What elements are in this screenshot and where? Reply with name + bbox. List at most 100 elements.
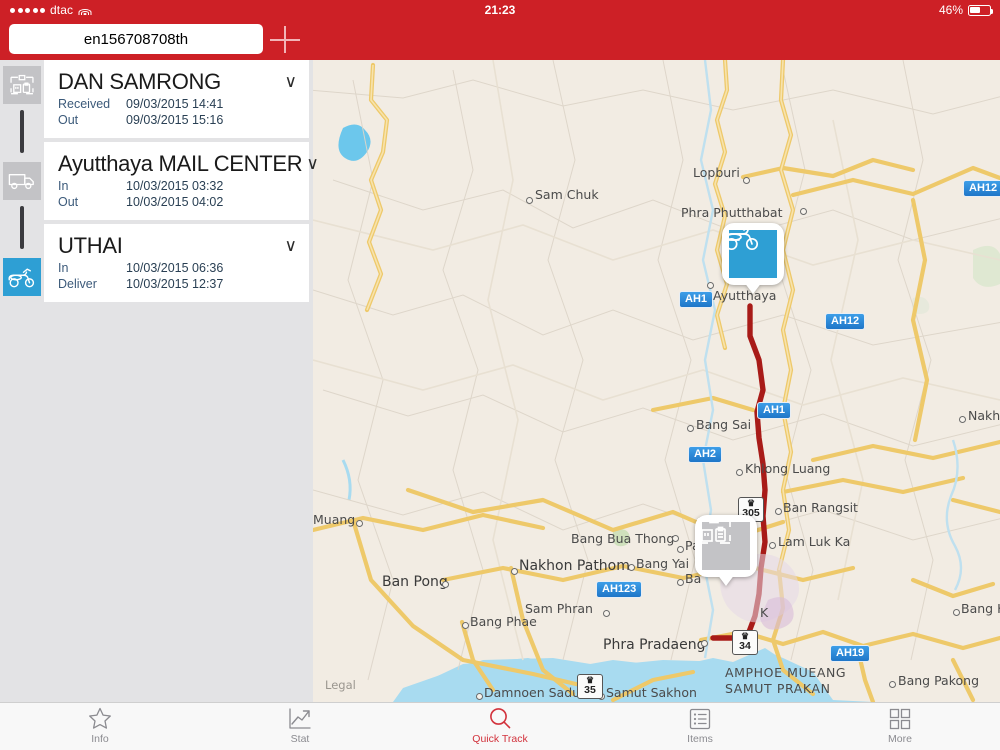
timeline-connector — [20, 110, 24, 153]
map-place-dot — [707, 282, 714, 289]
map-place-dot — [462, 622, 469, 629]
highway-shield: AH1 — [679, 291, 714, 308]
chart-line-icon — [288, 708, 312, 730]
pin-body — [722, 223, 784, 285]
map-place-dot — [603, 610, 610, 617]
chevron-down-icon[interactable]: ∨ — [302, 150, 318, 178]
map-place-label: Nakho — [968, 408, 1000, 423]
timeline-connector — [20, 206, 24, 249]
list-icon — [689, 708, 711, 730]
status-bar: dtac 21:23 46% — [0, 0, 1000, 20]
timeline-icon-truck — [3, 162, 41, 200]
map-place-dot — [687, 425, 694, 432]
map-place-label: Bang Yai — [636, 556, 690, 571]
map-place-dot — [701, 640, 708, 647]
map-place-dot — [959, 416, 966, 423]
card-title-row: Ayutthaya MAIL CENTER ∨ — [44, 150, 319, 178]
event-detail-row: Out 09/03/2015 15:16 — [44, 112, 309, 128]
highway-shield: AH12 — [963, 180, 1000, 197]
map-place-dot — [736, 469, 743, 476]
timeline-icon-package — [3, 66, 41, 104]
star-icon — [88, 707, 112, 730]
route-shield-label: 35 — [584, 684, 596, 696]
map-place-label: Phra Pradaeng — [603, 637, 706, 653]
card-title: DAN SAMRONG — [58, 69, 221, 94]
map-place-dot — [526, 197, 533, 204]
tab-items[interactable]: Items — [600, 703, 800, 750]
event-detail-row: Received 09/03/2015 14:41 — [44, 96, 309, 112]
map-region-label: AMPHOE MUEANG — [725, 665, 847, 680]
tracking-event-card[interactable]: UTHAI ∨ In 10/03/2015 06:36 Deliver 10/03/201… — [44, 224, 309, 302]
tab-info[interactable]: Info — [0, 703, 200, 750]
map-place-label: Lopburi — [693, 165, 740, 180]
scooter-icon — [724, 224, 777, 278]
package-pin[interactable] — [695, 515, 757, 586]
route-shield: ♛ 35 — [577, 674, 603, 699]
map-vector-layer — [313, 60, 1000, 702]
pin-body — [695, 515, 757, 577]
map-region-label: SAMUT PRAKAN — [725, 681, 831, 696]
tracking-event-card[interactable]: DAN SAMRONG ∨ Received 09/03/2015 14:41 Out 0… — [44, 60, 309, 138]
map-place-label: Bang Bua Thong — [571, 531, 675, 546]
map-place-label: Ban Pong — [382, 574, 448, 590]
event-detail-value: 09/03/2015 15:16 — [126, 113, 224, 127]
highway-shield: AH1 — [757, 402, 792, 419]
map-place-label: Phra Phutthabat — [681, 205, 783, 220]
tab-label: Quick Track — [472, 733, 528, 745]
grid-icon — [889, 708, 911, 730]
search-input[interactable]: en156708708th — [9, 24, 263, 54]
pin-tail — [744, 282, 762, 294]
map-place-label: Nakhon Pathom — [519, 558, 630, 574]
tracking-event-list: DAN SAMRONG ∨ Received 09/03/2015 14:41 Out 0… — [44, 60, 319, 306]
event-detail-value: 10/03/2015 12:37 — [126, 277, 224, 291]
tab-quick-track[interactable]: Quick Track — [400, 703, 600, 750]
app-root: Lopburi Phra Phutthabat Sam Chuk Ayutthaya B… — [0, 0, 1000, 750]
tab-label: More — [888, 733, 912, 745]
search-row: en156708708th — [0, 22, 313, 58]
event-detail-value: 09/03/2015 14:41 — [126, 97, 224, 111]
map-place-label: Bang Pakong — [898, 673, 979, 688]
card-title: UTHAI — [58, 233, 123, 258]
event-detail-label: Received — [58, 97, 111, 111]
map-place-dot — [889, 681, 896, 688]
battery-icon — [968, 4, 994, 16]
route-shield-label: 34 — [739, 640, 751, 652]
pin-tail — [717, 574, 735, 586]
event-detail-label: Out — [58, 195, 79, 209]
map-place-dot — [953, 609, 960, 616]
package-box-icon — [697, 515, 750, 570]
scooter-pin[interactable] — [722, 223, 784, 294]
map-place-dot — [476, 693, 483, 700]
map-place-label: Khlong Luang — [745, 461, 831, 476]
map-view[interactable]: Lopburi Phra Phutthabat Sam Chuk Ayutthaya B… — [313, 60, 1000, 702]
event-detail-value: 10/03/2015 06:36 — [126, 261, 224, 275]
highway-shield: AH123 — [596, 581, 643, 598]
map-place-dot — [743, 177, 750, 184]
tab-label: Items — [687, 733, 713, 745]
route-shield: ♛ 34 — [732, 630, 758, 655]
map-place-dot — [775, 508, 782, 515]
map-place-label: Bang Sai — [696, 417, 752, 432]
chevron-down-icon[interactable]: ∨ — [281, 68, 297, 96]
event-detail-row: In 10/03/2015 03:32 — [44, 178, 309, 194]
highway-shield: AH12 — [825, 313, 866, 330]
add-tracking-button[interactable] — [270, 26, 300, 53]
chevron-down-icon[interactable]: ∨ — [281, 232, 297, 260]
event-detail-label: In — [58, 179, 69, 193]
bottom-tab-bar: Info Stat Quick Track Items More — [0, 702, 1000, 750]
clock-label: 21:23 — [484, 3, 516, 17]
map-place-dot — [511, 568, 518, 575]
tab-stat[interactable]: Stat — [200, 703, 400, 750]
event-detail-label: In — [58, 261, 69, 275]
map-place-label: Bang K — [961, 601, 1000, 616]
card-title-row: DAN SAMRONG ∨ — [44, 68, 309, 96]
map-place-dot — [356, 520, 363, 527]
map-legal-link[interactable]: Legal — [325, 678, 356, 692]
map-place-label: Samut Sakhon — [606, 685, 697, 700]
map-place-label: Ban Rangsit — [783, 500, 858, 515]
tracking-event-card[interactable]: Ayutthaya MAIL CENTER ∨ In 10/03/2015 03:32… — [44, 142, 319, 220]
map-place-label: K — [760, 605, 769, 620]
tab-more[interactable]: More — [800, 703, 1000, 750]
highway-shield: AH2 — [688, 446, 723, 463]
event-detail-row: Deliver 10/03/2015 12:37 — [44, 276, 309, 292]
